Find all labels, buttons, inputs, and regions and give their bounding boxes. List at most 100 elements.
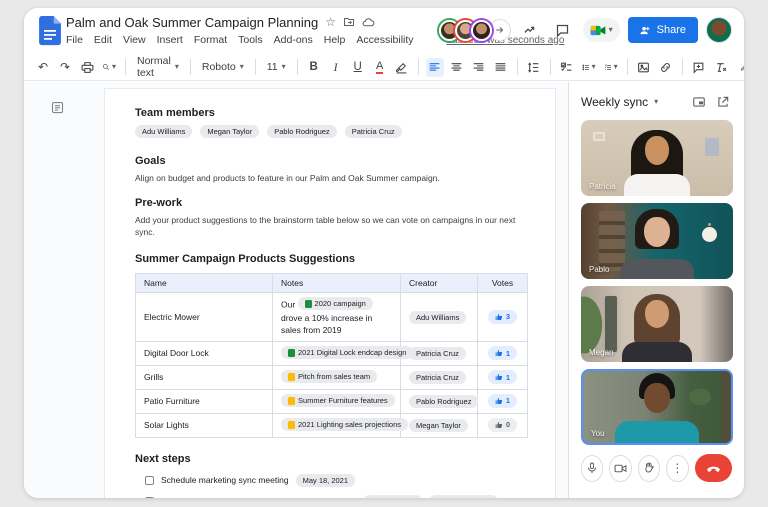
picture-in-picture-icon[interactable]: [690, 93, 708, 111]
line-spacing-button[interactable]: [525, 58, 543, 77]
align-center-button[interactable]: [448, 58, 466, 77]
person-chip[interactable]: Megan Taylor: [409, 419, 468, 432]
product-notes: Our 2020 campaign drove a 10% increase i…: [273, 293, 401, 342]
raise-hand-button[interactable]: [638, 455, 660, 482]
menu-insert[interactable]: Insert: [157, 34, 183, 46]
person-chip[interactable]: Megan Taylor: [200, 125, 259, 138]
slides-file-chip[interactable]: Pitch from sales team: [281, 370, 377, 383]
zoom-select[interactable]: ▾: [100, 58, 118, 77]
justify-button[interactable]: [492, 58, 510, 77]
comments-icon[interactable]: [551, 18, 575, 42]
participant-tile[interactable]: Megan: [581, 286, 733, 362]
follow-collaborator-button[interactable]: [489, 19, 511, 41]
collaborator-avatar[interactable]: [471, 20, 492, 41]
person-chip[interactable]: Pablo Rodriguez: [409, 395, 478, 408]
goals-heading: Goals: [135, 155, 525, 167]
person-chip[interactable]: Patricia Cruz: [345, 125, 402, 138]
font-size-select[interactable]: 11 ▾: [263, 58, 290, 77]
vote-chip[interactable]: 3: [488, 310, 517, 324]
person-chip[interactable]: Patricia Cruz: [409, 347, 466, 360]
text-color-button[interactable]: A: [376, 60, 383, 74]
menu-view[interactable]: View: [123, 34, 146, 46]
person-chip[interactable]: Pablo Rodriguez: [429, 495, 498, 498]
suggestions-heading: Summer Campaign Products Suggestions: [135, 253, 525, 265]
end-call-button[interactable]: [695, 454, 733, 482]
align-left-button[interactable]: [426, 58, 444, 77]
bulleted-list-button[interactable]: ▾: [580, 58, 598, 77]
date-chip[interactable]: May 18, 2021: [296, 474, 355, 487]
product-notes: Pitch from sales team: [273, 366, 401, 390]
sheets-file-chip[interactable]: 2021 Digital Lock endcap design: [281, 346, 413, 359]
document-title[interactable]: Palm and Oak Summer Campaign Planning: [66, 15, 318, 30]
product-name: Electric Mower: [136, 293, 273, 342]
more-options-button[interactable]: ⋮: [666, 455, 688, 482]
account-avatar[interactable]: [706, 17, 732, 43]
show-outline-icon[interactable]: [50, 100, 66, 116]
activity-dashboard-icon[interactable]: [519, 18, 543, 42]
participant-tile[interactable]: Patricia: [581, 120, 733, 196]
meeting-title[interactable]: Weekly sync: [581, 95, 648, 109]
person-chip[interactable]: Patricia Cruz: [409, 371, 466, 384]
menu-addons[interactable]: Add-ons: [274, 34, 313, 46]
paragraph-style-select[interactable]: Normal text ▾: [133, 58, 183, 77]
person-chip[interactable]: Megan Taylor: [363, 495, 422, 498]
star-icon[interactable]: ☆: [325, 16, 336, 28]
col-header-creator: Creator: [401, 274, 478, 293]
share-button[interactable]: Share: [628, 17, 698, 43]
formatting-toolbar: ↶ ↷ ▾ Normal text ▾ Roboto ▾ 11 ▾ B I U …: [24, 54, 744, 81]
google-docs-logo-icon[interactable]: [39, 16, 62, 46]
numbered-list-button[interactable]: ▾: [602, 58, 620, 77]
redo-button[interactable]: ↷: [56, 58, 74, 77]
participant-name: Pablo: [589, 265, 609, 274]
next-steps-heading: Next steps: [135, 453, 525, 465]
vote-chip[interactable]: 1: [488, 394, 517, 408]
vote-chip[interactable]: 1: [488, 346, 517, 360]
chevron-down-icon: ▾: [175, 63, 179, 71]
person-chip[interactable]: Pablo Rodriguez: [267, 125, 336, 138]
sheets-file-chip[interactable]: 2020 campaign: [298, 297, 373, 310]
chevron-down-icon: ▾: [592, 63, 596, 71]
person-chip[interactable]: Adu Williams: [409, 311, 466, 324]
print-button[interactable]: [78, 58, 96, 77]
self-video-tile[interactable]: You: [581, 369, 733, 445]
bold-button[interactable]: B: [305, 58, 323, 77]
chevron-down-icon[interactable]: ▾: [654, 98, 658, 106]
vote-chip[interactable]: 0: [488, 418, 517, 432]
open-in-new-icon[interactable]: [714, 93, 732, 111]
menu-format[interactable]: Format: [194, 34, 227, 46]
checkbox[interactable]: [145, 497, 154, 498]
menu-help[interactable]: Help: [324, 34, 346, 46]
vote-chip[interactable]: 1: [488, 370, 517, 384]
camera-button[interactable]: [609, 455, 631, 482]
microphone-button[interactable]: [581, 455, 603, 482]
participant-name: Megan: [589, 348, 613, 357]
participant-tile[interactable]: Pablo: [581, 203, 733, 279]
person-chip[interactable]: Adu Williams: [135, 125, 192, 138]
product-name: Grills: [136, 366, 273, 390]
slides-file-chip[interactable]: Summer Furniture features: [281, 394, 395, 407]
checkbox[interactable]: [145, 476, 154, 485]
insert-link-button[interactable]: [657, 58, 675, 77]
undo-button[interactable]: ↶: [34, 58, 52, 77]
meet-call-button[interactable]: ▾: [583, 18, 620, 42]
underline-button[interactable]: U: [349, 58, 367, 77]
move-to-folder-icon[interactable]: [343, 16, 355, 28]
document-page[interactable]: Team members Adu Williams Megan Taylor P…: [104, 88, 556, 498]
checklist-button[interactable]: [558, 58, 576, 77]
add-comment-button[interactable]: [690, 58, 708, 77]
table-row: Solar Lights 2021 Lighting sales project…: [136, 413, 528, 437]
align-right-button[interactable]: [470, 58, 488, 77]
slides-file-chip[interactable]: 2021 Lighting sales projections: [281, 418, 408, 431]
team-members-heading: Team members: [135, 107, 525, 119]
font-family-select[interactable]: Roboto ▾: [198, 58, 248, 77]
menu-edit[interactable]: Edit: [94, 34, 112, 46]
italic-button[interactable]: I: [327, 58, 345, 77]
menu-tools[interactable]: Tools: [238, 34, 263, 46]
highlight-color-button[interactable]: [393, 58, 411, 77]
pre-work-heading: Pre-work: [135, 197, 525, 209]
menu-file[interactable]: File: [66, 34, 83, 46]
insert-image-button[interactable]: [635, 58, 653, 77]
menu-accessibility[interactable]: Accessibility: [356, 34, 413, 46]
clear-formatting-button[interactable]: [712, 58, 730, 77]
editing-mode-select[interactable]: ▾: [738, 58, 744, 77]
